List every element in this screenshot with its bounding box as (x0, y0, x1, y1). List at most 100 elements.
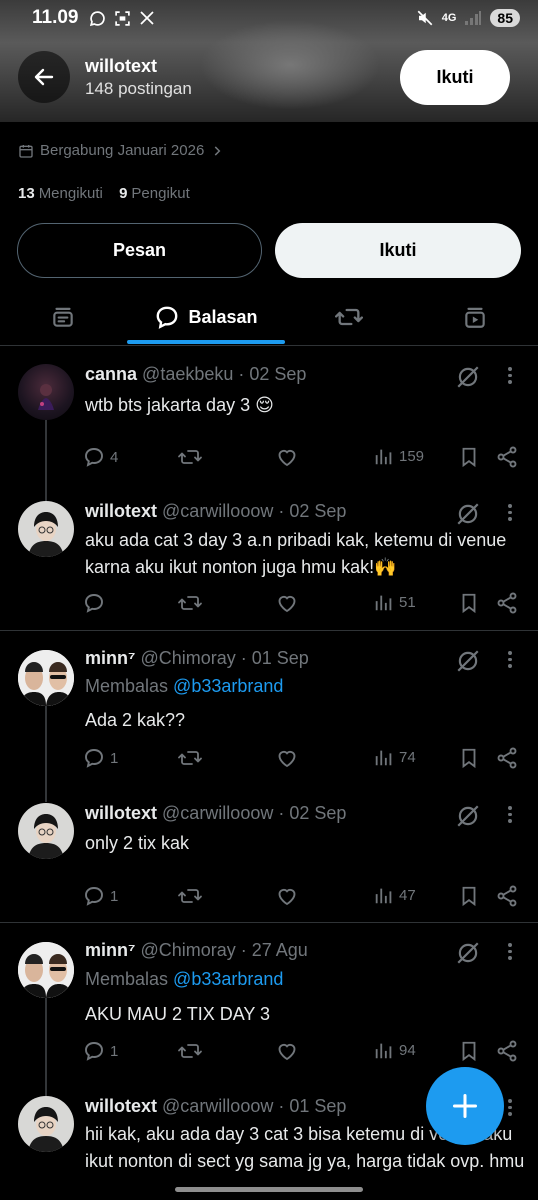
tweet-text[interactable]: AKU MAU 2 TIX DAY 3 (85, 1001, 525, 1028)
thread-line (45, 998, 47, 1096)
share-button[interactable] (495, 884, 519, 908)
heart-icon (278, 449, 296, 467)
gesture-bar[interactable] (175, 1187, 363, 1192)
reply-icon (85, 749, 103, 768)
bookmark-icon (462, 447, 476, 468)
display-name[interactable]: willotext (85, 1096, 157, 1116)
grok-button[interactable] (455, 364, 481, 395)
more-options-button[interactable] (500, 806, 520, 823)
thread-divider (0, 922, 538, 923)
followers-link[interactable]: 9 Pengikut (119, 185, 190, 202)
posts-tab-icon (53, 307, 73, 327)
replying-to: Membalas @b33arbrand (85, 969, 284, 989)
views-button[interactable]: 94 (373, 1039, 416, 1061)
display-name[interactable]: willotext (85, 501, 157, 521)
more-options-button[interactable] (500, 504, 520, 521)
repost-button[interactable] (177, 591, 203, 615)
reply-button[interactable]: 1 (82, 1039, 118, 1063)
grok-button[interactable] (455, 940, 481, 971)
avatar[interactable] (18, 942, 74, 998)
tweet-text[interactable]: wtb bts jakarta day 3 😌 (85, 392, 525, 419)
more-options-button[interactable] (500, 943, 520, 960)
handle-and-date: @carwillooow · 02 Sep (162, 803, 347, 823)
more-options-button[interactable] (500, 651, 520, 668)
display-name[interactable]: minn⁷ (85, 648, 135, 668)
handle-and-date: @carwillooow · 02 Sep (162, 501, 347, 521)
header-follow-button[interactable]: Ikuti (400, 50, 510, 105)
grok-button[interactable] (455, 501, 481, 532)
bookmark-button[interactable] (458, 884, 480, 908)
repost-icon (178, 450, 202, 464)
like-button[interactable] (275, 591, 299, 615)
repost-button[interactable] (177, 746, 203, 770)
share-button[interactable] (495, 1039, 519, 1063)
share-button[interactable] (495, 445, 519, 469)
clock: 11.09 (32, 7, 79, 28)
heart-icon (278, 750, 296, 768)
bookmark-button[interactable] (458, 746, 480, 770)
views-button[interactable]: 47 (373, 884, 416, 906)
tab-videos[interactable] (442, 288, 508, 346)
display-name[interactable]: willotext (85, 803, 157, 823)
reply-button[interactable]: 1 (82, 746, 118, 770)
tweet-text[interactable]: aku ada cat 3 day 3 a.n pribadi kak, ket… (85, 527, 525, 581)
reply-button[interactable] (82, 591, 110, 615)
replying-to: Membalas @b33arbrand (85, 676, 284, 696)
avatar[interactable] (18, 364, 74, 420)
network-type: 4G (441, 12, 457, 24)
follow-stats: 13 Mengikuti 9 Pengikut (18, 185, 190, 202)
reply-button[interactable]: 1 (82, 884, 118, 908)
handle-and-date: @taekbeku · 02 Sep (142, 364, 307, 384)
heart-icon (278, 595, 296, 613)
repost-button[interactable] (177, 1039, 203, 1063)
bookmark-button[interactable] (458, 445, 480, 469)
display-name[interactable]: minn⁷ (85, 940, 135, 960)
like-button[interactable] (275, 445, 299, 469)
avatar[interactable] (18, 1096, 74, 1152)
grok-icon (457, 650, 479, 672)
repost-button[interactable] (177, 884, 203, 908)
bookmark-icon (462, 748, 476, 769)
reply-button[interactable]: 4 (82, 445, 118, 469)
repost-icon (178, 889, 202, 903)
avatar-image (28, 814, 64, 859)
more-options-button[interactable] (500, 367, 520, 384)
reply-icon (85, 1042, 103, 1061)
tab-reposts[interactable] (316, 288, 382, 346)
views-button[interactable]: 74 (373, 746, 416, 768)
bookmark-button[interactable] (458, 1039, 480, 1063)
like-button[interactable] (275, 1039, 299, 1063)
grok-button[interactable] (455, 803, 481, 834)
bookmark-button[interactable] (458, 591, 480, 615)
mention-link[interactable]: @b33arbrand (173, 969, 283, 989)
share-button[interactable] (495, 746, 519, 770)
joined-date[interactable]: Bergabung Januari 2026 (18, 142, 224, 159)
tweet-text[interactable]: only 2 tix kak (85, 830, 525, 857)
tab-replies-label: Balasan (188, 306, 258, 327)
avatar[interactable] (18, 501, 74, 557)
repost-icon (178, 1044, 202, 1058)
following-link[interactable]: 13 Mengikuti (18, 185, 103, 202)
tweet-header: willotext @carwillooow · 02 Sep (85, 501, 346, 522)
tab-replies[interactable]: Balasan (127, 288, 285, 346)
mention-link[interactable]: @b33arbrand (173, 676, 283, 696)
like-button[interactable] (275, 884, 299, 908)
video-tab-icon (465, 307, 485, 328)
grok-button[interactable] (455, 648, 481, 679)
tab-posts[interactable] (30, 288, 96, 346)
avatar[interactable] (18, 650, 74, 706)
avatar[interactable] (18, 803, 74, 859)
share-button[interactable] (495, 591, 519, 615)
back-button[interactable] (18, 51, 70, 103)
views-button[interactable]: 159 (373, 445, 424, 467)
arrow-left-icon (34, 68, 54, 86)
tweet-text[interactable]: Ada 2 kak?? (85, 707, 525, 734)
follow-button[interactable]: Ikuti (275, 223, 521, 278)
repost-button[interactable] (177, 445, 203, 469)
views-button[interactable]: 51 (373, 591, 416, 613)
like-button[interactable] (275, 746, 299, 770)
message-button[interactable]: Pesan (17, 223, 262, 278)
avatar-image (18, 942, 74, 998)
display-name[interactable]: canna (85, 364, 137, 384)
compose-button[interactable] (426, 1067, 504, 1145)
